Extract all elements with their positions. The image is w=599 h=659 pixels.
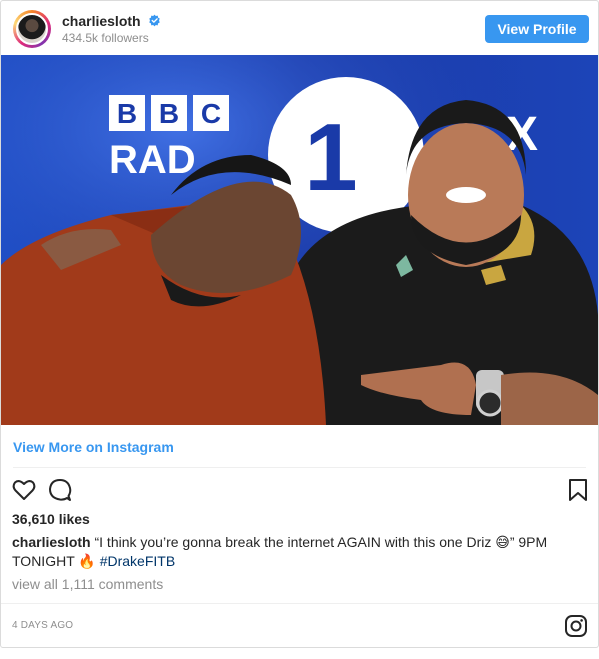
like-count[interactable]: 36,610 likes: [12, 511, 90, 527]
svg-text:C: C: [201, 98, 221, 129]
comment-icon[interactable]: [47, 477, 73, 503]
svg-text:RAD: RAD: [109, 138, 196, 182]
post-timestamp[interactable]: 4 DAYS AGO: [12, 620, 73, 631]
divider: [13, 467, 586, 468]
post-caption: charliesloth “I think you’re gonna break…: [12, 533, 582, 571]
instagram-embed-card: charliesloth 434.5k followers View Profi…: [0, 0, 599, 648]
view-all-comments-link[interactable]: view all 1,111 comments: [12, 576, 163, 592]
divider: [1, 603, 598, 604]
bookmark-icon[interactable]: [565, 477, 591, 503]
verified-badge-icon: [149, 14, 160, 27]
hashtag-link[interactable]: #DrakeFITB: [100, 553, 175, 569]
post-image[interactable]: B B C RAD 1 X: [1, 55, 598, 425]
caption-text: “I think you’re gonna break the internet…: [12, 534, 548, 569]
avatar-ring[interactable]: [13, 10, 51, 48]
view-more-on-instagram-link[interactable]: View More on Instagram: [13, 439, 174, 455]
post-photo-illustration: B B C RAD 1 X: [1, 55, 598, 425]
username[interactable]: charliesloth: [62, 13, 141, 29]
post-header: charliesloth 434.5k followers View Profi…: [1, 1, 598, 55]
follower-count: 434.5k followers: [62, 31, 149, 45]
instagram-icon[interactable]: [564, 614, 588, 638]
action-bar: [1, 477, 598, 503]
svg-text:B: B: [117, 98, 137, 129]
heart-icon[interactable]: [11, 477, 37, 503]
svg-text:B: B: [159, 98, 179, 129]
avatar[interactable]: [16, 13, 48, 45]
caption-username[interactable]: charliesloth: [12, 534, 91, 550]
view-profile-button[interactable]: View Profile: [485, 15, 589, 43]
svg-text:1: 1: [304, 104, 357, 211]
